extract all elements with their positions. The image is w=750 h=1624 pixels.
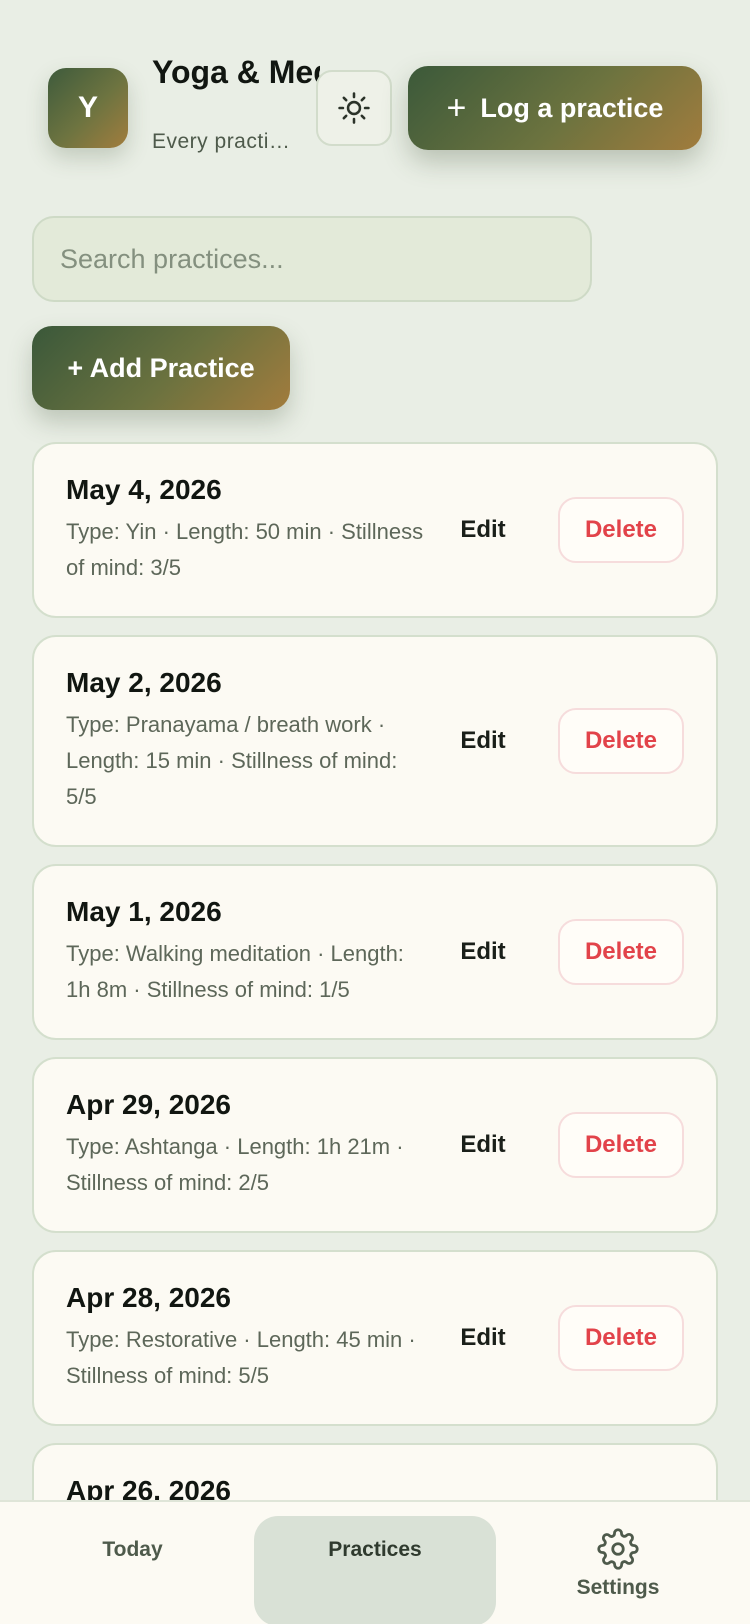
- delete-button[interactable]: Delete: [558, 919, 684, 985]
- log-practice-label: Log a practice: [480, 92, 664, 123]
- practice-details: Type: Restorative · Length: 45 min · Sti…: [66, 1327, 416, 1388]
- practice-date: May 1, 2026: [66, 896, 222, 927]
- bottom-tab-bar: Today Practices Settings: [0, 1500, 750, 1624]
- tab-practices[interactable]: Practices: [254, 1516, 496, 1624]
- edit-button[interactable]: Edit: [438, 516, 528, 544]
- add-practice-button[interactable]: + Add Practice: [32, 326, 290, 410]
- app-title: Yoga & Meditation: [152, 54, 320, 90]
- practice-info: May 4, 2026 Type: Yin · Length: 50 min ·…: [66, 474, 424, 586]
- practice-info: May 1, 2026 Type: Walking meditation · L…: [66, 896, 424, 1008]
- practice-date: Apr 28, 2026: [66, 1282, 231, 1313]
- theme-toggle-button[interactable]: [316, 70, 392, 146]
- practice-list: May 4, 2026 Type: Yin · Length: 50 min ·…: [32, 442, 718, 1564]
- practice-card: Apr 29, 2026 Type: Ashtanga · Length: 1h…: [32, 1057, 718, 1233]
- delete-button[interactable]: Delete: [558, 497, 684, 563]
- edit-button[interactable]: Edit: [438, 938, 528, 966]
- search-input[interactable]: [32, 216, 592, 302]
- practice-card: May 2, 2026 Type: Pranayama / breath wor…: [32, 635, 718, 847]
- practice-date: May 4, 2026: [66, 474, 222, 505]
- practice-card: May 1, 2026 Type: Walking meditation · L…: [32, 864, 718, 1040]
- sun-icon: [338, 92, 370, 124]
- edit-button[interactable]: Edit: [438, 1324, 528, 1352]
- practice-info: May 2, 2026 Type: Pranayama / breath wor…: [66, 667, 424, 815]
- gear-icon: [597, 1528, 639, 1570]
- delete-button[interactable]: Delete: [558, 1112, 684, 1178]
- edit-button[interactable]: Edit: [438, 1131, 528, 1159]
- app-header: Y Yoga & Meditation Every practice count…: [0, 0, 750, 180]
- app-logo: Y: [48, 68, 128, 148]
- app-subtitle: Every practice counts: [152, 130, 292, 153]
- practice-details: Type: Ashtanga · Length: 1h 21m · Stilln…: [66, 1134, 404, 1195]
- tab-settings-label: Settings: [576, 1576, 660, 1599]
- practice-date: May 2, 2026: [66, 667, 222, 698]
- practice-details: Type: Walking meditation · Length: 1h 8m…: [66, 941, 404, 1002]
- practice-details: Type: Pranayama / breath work · Length: …: [66, 712, 398, 809]
- plus-icon: +: [446, 89, 467, 127]
- practice-date: Apr 29, 2026: [66, 1089, 231, 1120]
- log-practice-button[interactable]: + Log a practice: [408, 66, 702, 150]
- practice-card: May 4, 2026 Type: Yin · Length: 50 min ·…: [32, 442, 718, 618]
- edit-button[interactable]: Edit: [438, 727, 528, 755]
- tab-settings[interactable]: Settings: [520, 1516, 716, 1624]
- practice-info: Apr 29, 2026 Type: Ashtanga · Length: 1h…: [66, 1089, 424, 1201]
- delete-button[interactable]: Delete: [558, 708, 684, 774]
- tab-today[interactable]: Today: [30, 1516, 235, 1624]
- delete-button[interactable]: Delete: [558, 1305, 684, 1371]
- practice-info: Apr 28, 2026 Type: Restorative · Length:…: [66, 1282, 424, 1394]
- practice-card: Apr 28, 2026 Type: Restorative · Length:…: [32, 1250, 718, 1426]
- practice-details: Type: Yin · Length: 50 min · Stillness o…: [66, 519, 424, 580]
